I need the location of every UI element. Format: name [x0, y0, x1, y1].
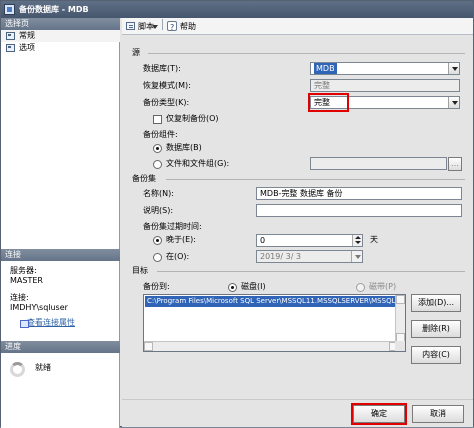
calendar-dropdown-icon — [351, 251, 362, 262]
browse-files-button: … — [448, 157, 462, 171]
backup-name-input[interactable]: MDB-完整 数据库 备份 — [256, 187, 462, 200]
expiration-label: 备份集过期时间: — [143, 222, 202, 231]
contents-button[interactable]: 内容(C) — [411, 346, 461, 364]
progress-spinner-icon — [10, 362, 25, 377]
after-days-radio[interactable] — [153, 236, 162, 245]
horizontal-scrollbar[interactable] — [144, 341, 398, 351]
connection-header: 连接 — [1, 249, 120, 261]
backup-database-dialog: 备份数据库 - MDB 选择页 常规 选项 连接 服务器: MASTER 连接:… — [0, 0, 474, 428]
page-options[interactable]: 选项 — [1, 42, 120, 54]
backup-type-highlight — [308, 93, 349, 112]
help-label: 帮助 — [180, 22, 196, 31]
database-option-label: 数据库(B) — [166, 143, 202, 152]
vertical-scrollbar[interactable] — [395, 295, 405, 342]
expiration-date-radio[interactable] — [153, 253, 162, 262]
expiration-date-label: 在(O): — [166, 252, 190, 261]
copy-only-checkbox[interactable] — [153, 115, 162, 124]
left-pane: 选择页 常规 选项 连接 服务器: MASTER 连接: IMDHY\sqlus… — [1, 18, 120, 428]
connection-panel: 服务器: MASTER 连接: IMDHY\sqluser 查看连接属性 — [1, 265, 120, 351]
ok-button-highlight — [351, 403, 407, 425]
tape-radio — [356, 283, 365, 292]
backup-component-label: 备份组件: — [143, 130, 178, 139]
page-icon — [6, 32, 15, 40]
recovery-model-label: 恢复模式(M): — [143, 81, 191, 90]
disk-radio[interactable] — [228, 283, 237, 292]
expiration-date-field: 2019/ 3/ 3 — [256, 250, 363, 263]
page-list: 常规 选项 — [1, 30, 120, 54]
stepper-icon[interactable] — [352, 235, 362, 246]
backup-type-label: 备份类型(K): — [143, 98, 190, 107]
scroll-up-icon[interactable] — [396, 295, 405, 304]
expiration-date-value: 2019/ 3/ 3 — [260, 252, 302, 261]
destination-heading: 目标 — [132, 265, 151, 277]
backup-set-divider — [166, 179, 465, 180]
backup-to-label: 备份到: — [143, 282, 170, 291]
database-radio[interactable] — [153, 144, 162, 153]
script-icon — [126, 22, 135, 30]
toolbar: 脚本 帮助 — [122, 18, 473, 35]
days-unit-label: 天 — [370, 235, 378, 244]
connection-value: IMDHY\sqluser — [10, 303, 68, 312]
source-group: 源 — [130, 47, 465, 59]
scroll-left-icon[interactable] — [144, 342, 153, 351]
view-connection-properties-link[interactable]: 查看连接属性 — [10, 317, 75, 328]
disk-label: 磁盘(I) — [241, 282, 266, 291]
after-days-label: 晚于(E): — [166, 235, 196, 244]
source-divider — [148, 53, 465, 54]
database-label: 数据库(T): — [143, 64, 181, 73]
backup-destination-list[interactable]: C:\Program Files\Microsoft SQL Server\MS… — [143, 294, 406, 352]
description-label: 说明(S): — [143, 206, 174, 215]
script-button[interactable]: 脚本 — [126, 20, 162, 33]
tape-label: 磁带(P) — [369, 282, 397, 291]
backup-set-group: 备份集 — [130, 173, 465, 185]
connection-properties-icon — [20, 320, 29, 328]
database-select[interactable]: MDB — [310, 62, 460, 75]
title-bar: 备份数据库 - MDB — [1, 1, 473, 18]
destination-path-item[interactable]: C:\Program Files\Microsoft SQL Server\MS… — [145, 296, 397, 307]
general-page: 源 数据库(T): MDB 恢复模式(M): 完整 备份类型(K): 完整 仅复… — [122, 36, 473, 396]
page-label-options: 选项 — [19, 43, 35, 52]
files-filegroups-field — [310, 157, 447, 170]
backup-set-heading: 备份集 — [132, 173, 159, 185]
description-input[interactable] — [256, 204, 462, 217]
page-general[interactable]: 常规 — [1, 30, 120, 42]
window-title: 备份数据库 - MDB — [19, 5, 89, 14]
page-label-general: 常规 — [19, 31, 35, 40]
files-filegroups-label: 文件和文件组(G): — [166, 159, 230, 168]
select-page-header: 选择页 — [1, 18, 120, 30]
chevron-down-icon — [448, 97, 459, 108]
after-days-value: 0 — [260, 236, 266, 245]
database-value: MDB — [314, 63, 337, 74]
chevron-down-icon — [448, 63, 459, 74]
scroll-corner — [395, 341, 405, 351]
help-button[interactable]: 帮助 — [167, 20, 207, 34]
progress-header: 进度 — [1, 341, 120, 353]
backup-name-label: 名称(N): — [143, 189, 174, 198]
cancel-button[interactable]: 取消 — [412, 405, 464, 423]
add-destination-button[interactable]: 添加(D)... — [411, 294, 461, 312]
view-connection-properties-label: 查看连接属性 — [27, 318, 75, 327]
progress-status: 就绪 — [35, 363, 51, 372]
toolbar-separator — [162, 19, 163, 30]
source-heading: 源 — [132, 47, 143, 59]
dialog-footer: 确定 取消 — [122, 399, 473, 427]
files-filegroups-radio[interactable] — [153, 160, 162, 169]
after-days-input[interactable]: 0 — [256, 234, 363, 247]
destination-divider — [157, 271, 465, 272]
copy-only-label: 仅复制备份(O) — [166, 114, 219, 123]
remove-destination-button[interactable]: 删除(R) — [411, 320, 461, 338]
progress-panel: 就绪 — [1, 357, 120, 407]
destination-group: 目标 — [130, 265, 465, 277]
dropdown-arrow-icon — [152, 25, 158, 29]
window-icon — [4, 4, 15, 15]
page-icon — [6, 44, 15, 52]
server-value: MASTER — [10, 276, 43, 285]
recovery-model-field: 完整 — [310, 79, 460, 92]
help-icon — [167, 21, 177, 34]
